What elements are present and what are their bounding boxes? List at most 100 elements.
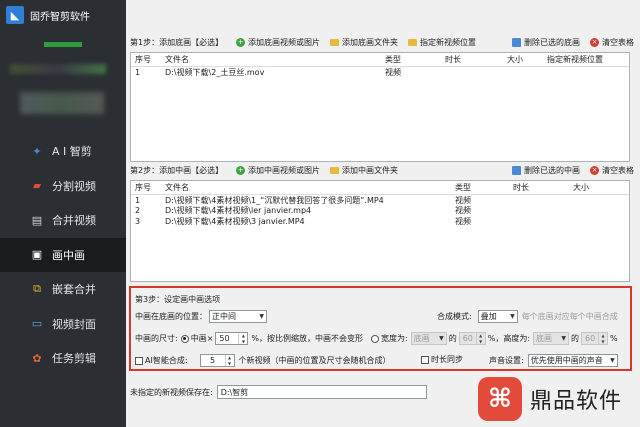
blend-mode-hint: 每个底画对应每个中画合成 bbox=[521, 312, 618, 321]
blend-mode-select[interactable]: 叠加 ▼ bbox=[477, 310, 518, 323]
width-percent-value: 60 bbox=[462, 334, 473, 343]
scale-radio[interactable] bbox=[180, 334, 189, 343]
width-of-label: 的 bbox=[448, 334, 457, 343]
width-option-label: 宽度为: bbox=[381, 334, 408, 343]
blend-mode-value: 叠加 bbox=[480, 312, 497, 321]
chevron-down-icon: ▼ bbox=[510, 313, 515, 320]
ai-count-value: 5 bbox=[209, 356, 216, 365]
sidebar-item-task[interactable]: ✿ 任务剪辑 bbox=[0, 341, 126, 376]
row-type: 视频 bbox=[385, 67, 401, 77]
duration-sync-checkbox[interactable] bbox=[421, 355, 429, 364]
table-row[interactable]: 1 D:\视频下载\2_土豆丝.mov 视频 bbox=[131, 67, 629, 78]
sidebar-item-pip[interactable]: ▣ 画中画 bbox=[0, 237, 126, 272]
column-header: 时长 bbox=[445, 55, 461, 64]
sidebar-item-label: 嵌套合并 bbox=[52, 283, 96, 297]
row-filename: D:\视频下载\4素材视频\1_“沉默代替我回答了很多问题”.MP4 bbox=[165, 195, 384, 205]
row-index: 2 bbox=[135, 206, 141, 216]
ai-compose-suffix: 个新视频（中画的位置及尺寸会随机合成） bbox=[238, 356, 391, 365]
blurred-account-info bbox=[10, 64, 106, 74]
add-base-folder-button[interactable]: 添加底画文件夹 bbox=[330, 37, 398, 48]
percent-sign: % bbox=[610, 334, 618, 343]
row-index: 1 bbox=[135, 195, 141, 205]
add-base-video-button[interactable]: + 添加底画视频或图片 bbox=[236, 37, 320, 48]
table-row[interactable]: 3 D:\视频下载\4素材视频\3 janvier.MP4 视频 bbox=[131, 216, 629, 227]
folder-icon bbox=[408, 38, 417, 46]
folder-icon bbox=[330, 166, 339, 174]
custom-size-radio[interactable] bbox=[371, 334, 380, 343]
sidebar: ◣ 固乔智剪软件 ✦ A I 智剪 ▰ 分割视频 ▤ 合并视频 ▣ 画中画 ⧉ … bbox=[0, 0, 126, 427]
set-location-label: 指定新视频位置 bbox=[420, 37, 476, 47]
ai-cut-icon: ✦ bbox=[32, 144, 42, 158]
app-title: 固乔智剪软件 bbox=[30, 11, 90, 23]
image-icon bbox=[512, 165, 521, 175]
sidebar-item-label: 画中画 bbox=[52, 248, 85, 262]
pip-options-panel: 第3步：设定画中画选项 中画在底画的位置： 正中间 ▼ 合成模式: 叠加 ▼ 每… bbox=[129, 286, 632, 371]
set-location-button[interactable]: 指定新视频位置 bbox=[408, 37, 476, 48]
column-header: 大小 bbox=[507, 55, 523, 64]
height-of-label: 的 bbox=[571, 334, 580, 343]
save-path-value: D:\智剪 bbox=[220, 387, 249, 397]
app-logo-icon: ◣ bbox=[6, 6, 24, 24]
row-index: 3 bbox=[135, 216, 141, 226]
nest-icon: ⧉ bbox=[33, 282, 41, 296]
sidebar-item-cover[interactable]: ▭ 视频封面 bbox=[0, 307, 126, 342]
column-header: 时长 bbox=[513, 183, 529, 192]
audio-setting-select[interactable]: 优先使用中画的声音 ▼ bbox=[527, 354, 618, 367]
folder-icon bbox=[330, 38, 339, 46]
column-header: 文件名 bbox=[165, 55, 189, 64]
row-type: 视频 bbox=[455, 206, 471, 216]
blend-mode-label: 合成模式: bbox=[437, 312, 472, 321]
add-overlay-folder-label: 添加中画文件夹 bbox=[342, 165, 398, 175]
column-header: 类型 bbox=[385, 55, 401, 64]
row-type: 视频 bbox=[455, 195, 471, 205]
watermark-text: 鼎品软件 bbox=[529, 389, 622, 414]
sidebar-item-nest[interactable]: ⧉ 嵌套合并 bbox=[0, 272, 126, 307]
column-header: 大小 bbox=[573, 183, 589, 192]
step2-toolbar: 第2步：添加中画【必选】 + 添加中画视频或图片 添加中画文件夹 删除已选的中画… bbox=[130, 162, 634, 178]
base-video-table[interactable]: 序号 文件名 类型 时长 大小 指定新视频位置 1 D:\视频下载\2_土豆丝.… bbox=[130, 52, 630, 162]
save-location-label: 未指定的新视频保存在: bbox=[130, 387, 213, 397]
ai-count-stepper[interactable]: 5 ▲ ▼ bbox=[199, 354, 235, 367]
chevron-down-icon: ▼ bbox=[439, 335, 444, 342]
scale-stepper[interactable]: 50 ▲ ▼ bbox=[215, 332, 249, 345]
sidebar-item-merge[interactable]: ▤ 合并视频 bbox=[0, 203, 126, 238]
height-percent-stepper[interactable]: 60 ▲ ▼ bbox=[581, 332, 609, 345]
merge-icon: ▤ bbox=[31, 213, 43, 227]
row-filename: D:\视频下载\4素材视频\3 janvier.MP4 bbox=[165, 216, 305, 226]
ai-compose-checkbox[interactable] bbox=[135, 356, 143, 365]
scale-option-label: 中画× bbox=[190, 334, 214, 343]
overlay-video-table[interactable]: 序号 文件名 类型 时长 大小 1 D:\视频下载\4素材视频\1_“沉默代替我… bbox=[130, 180, 630, 282]
delete-base-button[interactable]: 删除已选的底画 bbox=[512, 37, 580, 48]
app-title-bar: ◣ 固乔智剪软件 bbox=[0, 0, 126, 30]
width-ref-select[interactable]: 底画 ▼ bbox=[410, 332, 447, 345]
column-header: 指定新视频位置 bbox=[547, 55, 603, 64]
add-overlay-video-button[interactable]: + 添加中画视频或图片 bbox=[236, 165, 320, 176]
delete-overlay-button[interactable]: 删除已选的中画 bbox=[512, 165, 580, 176]
column-header: 文件名 bbox=[165, 183, 189, 192]
width-ref-value: 底画 bbox=[413, 334, 430, 343]
position-select[interactable]: 正中间 ▼ bbox=[209, 310, 267, 323]
clear-base-table-button[interactable]: × 清空表格 bbox=[590, 37, 634, 48]
status-bar-indicator bbox=[44, 42, 82, 47]
task-icon: ✿ bbox=[32, 351, 42, 365]
sidebar-item-ai-cut[interactable]: ✦ A I 智剪 bbox=[0, 134, 126, 169]
audio-setting-value: 优先使用中画的声音 bbox=[530, 356, 603, 365]
save-path-field[interactable]: D:\智剪 bbox=[216, 385, 427, 399]
sidebar-item-split[interactable]: ▰ 分割视频 bbox=[0, 169, 126, 204]
clear-overlay-table-button[interactable]: × 清空表格 bbox=[590, 165, 634, 176]
width-percent-stepper[interactable]: 60 ▲ ▼ bbox=[458, 332, 486, 345]
step1-label: 第1步：添加底画【必选】 bbox=[130, 37, 224, 47]
add-base-folder-label: 添加底画文件夹 bbox=[342, 37, 398, 47]
step2-label: 第2步：添加中画【必选】 bbox=[130, 165, 224, 175]
chevron-down-icon: ▼ bbox=[610, 357, 615, 364]
add-overlay-folder-button[interactable]: 添加中画文件夹 bbox=[330, 165, 398, 176]
clear-overlay-table-label: 清空表格 bbox=[602, 165, 634, 175]
table-header: 序号 文件名 类型 时长 大小 bbox=[131, 181, 629, 195]
table-row[interactable]: 1 D:\视频下载\4素材视频\1_“沉默代替我回答了很多问题”.MP4 视频 bbox=[131, 195, 629, 206]
height-ref-select[interactable]: 底画 ▼ bbox=[533, 332, 570, 345]
row-filename: D:\视频下载\2_土豆丝.mov bbox=[165, 67, 265, 77]
row-type: 视频 bbox=[455, 216, 471, 226]
audio-setting-label: 声音设置: bbox=[489, 356, 524, 365]
table-row[interactable]: 2 D:\视频下载\4素材视频\ler janvier.mp4 视频 bbox=[131, 206, 629, 217]
column-header: 序号 bbox=[135, 55, 151, 64]
